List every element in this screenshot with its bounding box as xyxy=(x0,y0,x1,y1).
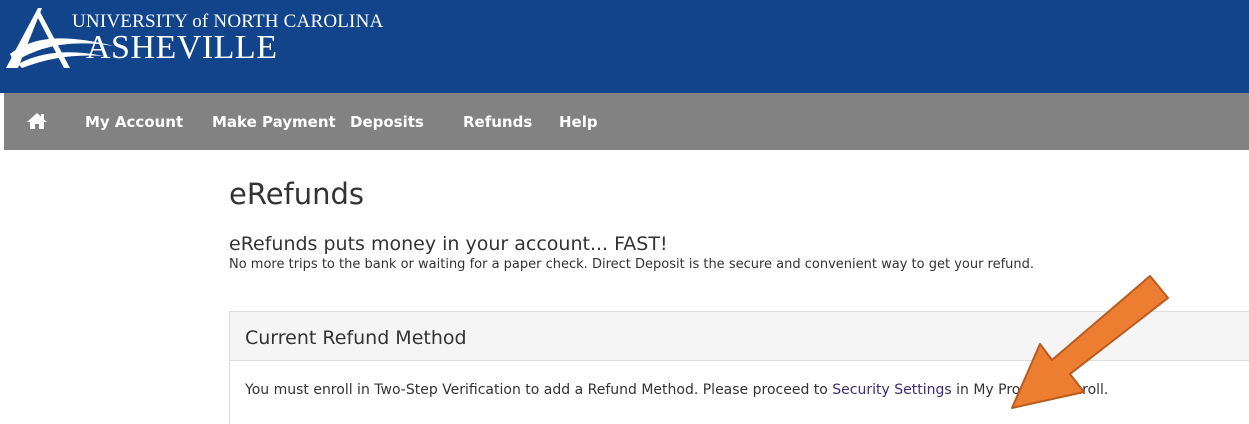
main-nav: My Account Make Payment Deposits Refunds… xyxy=(4,93,1249,150)
security-settings-link[interactable]: Security Settings xyxy=(832,382,951,398)
logo-text-asheville: ASHEVILLE xyxy=(86,29,278,66)
site-header: UNIVERSITY of NORTH CAROLINA ASHEVILLE xyxy=(0,0,1249,93)
erefunds-description: No more trips to the bank or waiting for… xyxy=(229,257,1035,272)
panel-message-before: You must enroll in Two-Step Verification… xyxy=(245,382,833,398)
nav-deposits[interactable]: Deposits xyxy=(350,113,424,131)
panel-message: You must enroll in Two-Step Verification… xyxy=(245,382,1108,398)
nav-refunds[interactable]: Refunds xyxy=(463,113,532,131)
panel-title: Current Refund Method xyxy=(245,327,467,349)
home-icon[interactable] xyxy=(26,112,48,130)
nav-help[interactable]: Help xyxy=(559,113,598,131)
university-logo[interactable]: UNIVERSITY of NORTH CAROLINA ASHEVILLE xyxy=(4,6,383,76)
nav-my-account[interactable]: My Account xyxy=(85,113,183,131)
page-title: eRefunds xyxy=(229,177,365,211)
arrow-annotation-icon xyxy=(1011,275,1169,409)
erefunds-subheading: eRefunds puts money in your account... F… xyxy=(229,233,668,255)
nav-make-payment[interactable]: Make Payment xyxy=(212,113,336,131)
